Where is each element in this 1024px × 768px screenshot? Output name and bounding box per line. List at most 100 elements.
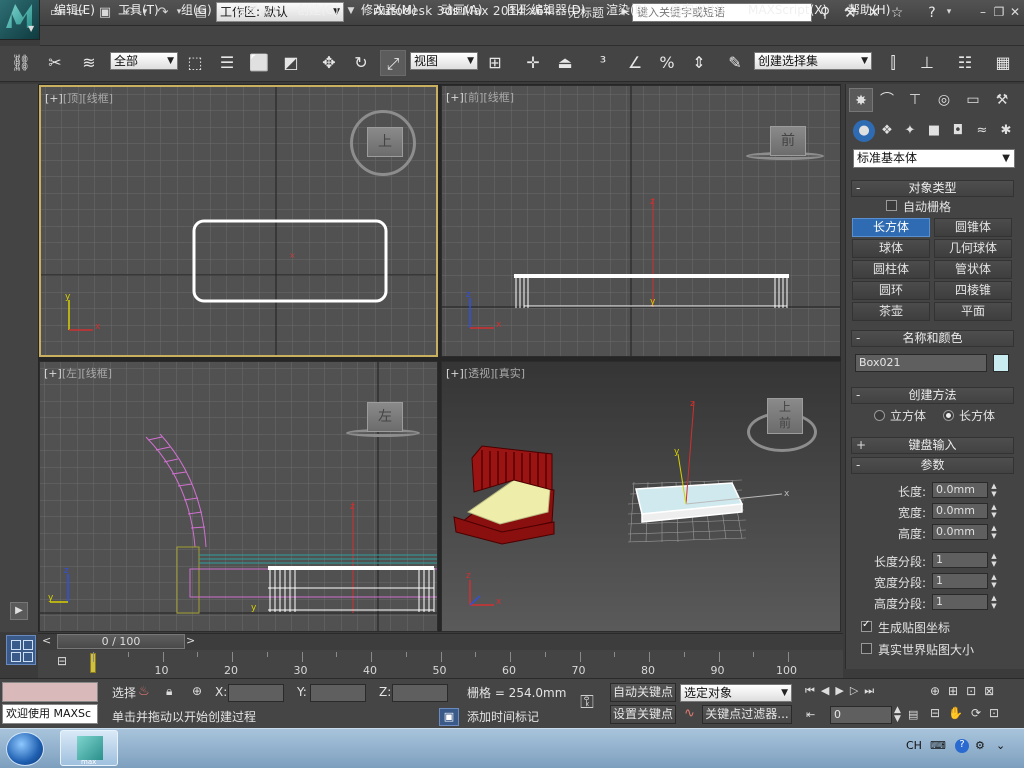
object-sphere-button[interactable]: 球体 — [852, 239, 930, 258]
maxscript-listener-top[interactable] — [2, 682, 98, 702]
key-filters-button[interactable]: 关键点过滤器... — [702, 705, 792, 724]
minimize-icon[interactable]: – — [976, 3, 990, 21]
length-segs-spinner[interactable]: 1 — [932, 552, 988, 568]
menu-rendering[interactable]: 渲染(R) — [606, 0, 648, 20]
name-color-rollout[interactable]: - 名称和颜色 — [851, 330, 1014, 347]
space-warps-icon[interactable]: ≈ — [971, 120, 993, 142]
mirror-icon[interactable]: ⫿ — [880, 50, 906, 76]
real-world-checkbox[interactable] — [861, 643, 872, 654]
box-radio[interactable] — [943, 410, 954, 421]
autogrid-checkbox[interactable] — [886, 200, 897, 211]
menu-graph-editors[interactable]: 图形编辑器(D) — [507, 0, 586, 20]
time-config-icon[interactable]: ▤ — [908, 708, 918, 721]
rectangular-selection-icon[interactable]: ⬜ — [246, 50, 272, 76]
add-time-tag[interactable]: 添加时间标记 — [467, 708, 539, 725]
width-segs-spinner[interactable]: 1 — [932, 573, 988, 589]
spinner-snap-icon[interactable]: ⇕ — [686, 50, 712, 76]
motion-tab-icon[interactable]: ◎ — [932, 88, 956, 112]
spinner-arrows-icon[interactable]: ▲ ▼ — [894, 706, 901, 724]
y-coordinate-input[interactable] — [310, 684, 366, 702]
key-icon[interactable]: ⚿ — [568, 688, 606, 720]
close-icon[interactable]: ✕ — [1008, 3, 1022, 21]
angle-snap-icon[interactable]: ∠ — [622, 50, 648, 76]
category-dropdown[interactable]: 标准基本体 ▼ — [853, 149, 1015, 168]
menu-modifiers[interactable]: 修改器(M) — [361, 0, 417, 20]
menu-animation[interactable]: 动画(A) — [441, 0, 483, 20]
viewport-menu-label[interactable]: [+] — [44, 367, 62, 380]
menu-tools[interactable]: 工具(T) — [118, 0, 159, 20]
viewport-front-label[interactable]: [+][前][线框] — [446, 89, 514, 105]
viewport-shading-label[interactable]: [线框] — [81, 367, 112, 380]
object-plane-button[interactable]: 平面 — [934, 302, 1012, 321]
object-name-input[interactable]: Box021 — [855, 354, 987, 372]
menu-create[interactable]: 创建(C) — [297, 0, 339, 20]
object-torus-button[interactable]: 圆环 — [852, 281, 930, 300]
time-next-icon[interactable]: > — [186, 634, 195, 647]
viewport-name-label[interactable]: [前] — [464, 91, 484, 104]
tray-expand-icon[interactable]: ⌄ — [996, 739, 1005, 752]
key-mode-toggle-icon[interactable]: ⇤ — [806, 708, 815, 721]
object-geosphere-button[interactable]: 几何球体 — [934, 239, 1012, 258]
key-mode-dropdown[interactable]: 选定对象 ▼ — [680, 684, 792, 702]
viewport-nav-bottom[interactable]: ⊟✋⟳⊡ — [930, 706, 1007, 720]
object-pyramid-button[interactable]: 四棱锥 — [934, 281, 1012, 300]
object-color-swatch[interactable] — [993, 354, 1009, 372]
display-tab-icon[interactable]: ▭ — [961, 88, 985, 112]
save-file-icon[interactable]: ▣ — [96, 4, 114, 21]
auto-key-button[interactable]: 自动关键点 — [610, 683, 676, 702]
bind-space-warp-icon[interactable]: ≋ — [76, 50, 102, 76]
object-tube-button[interactable]: 管状体 — [934, 260, 1012, 279]
playback-controls[interactable]: ⏮◀▶▷⏭ — [805, 684, 880, 698]
helpers-icon[interactable]: ◘ — [947, 120, 969, 142]
set-key-button[interactable]: 设置关键点 — [610, 705, 676, 724]
spinner-arrows-icon[interactable]: ▲ ▼ — [989, 552, 999, 568]
menu-views[interactable]: 视图(V) — [234, 0, 276, 20]
windows-start-icon[interactable] — [6, 732, 44, 766]
viewcube-top[interactable]: 上 — [367, 127, 403, 157]
time-tag-icon[interactable]: ▣ — [439, 708, 459, 726]
quick-access-menu-icon[interactable]: ▼ — [346, 3, 356, 20]
lock-icon[interactable]: 🔒︎ — [166, 684, 172, 699]
link-icon[interactable]: ⛓ — [8, 50, 34, 76]
gen-mapping-checkbox[interactable] — [861, 619, 872, 632]
cameras-icon[interactable]: ■ — [923, 120, 945, 142]
viewport-shading-label[interactable]: [真实] — [494, 367, 525, 380]
percent-snap-icon[interactable]: % — [654, 50, 680, 76]
select-by-name-icon[interactable]: ☰ — [214, 50, 240, 76]
named-selection-dropdown[interactable]: 创建选择集 ▼ — [754, 52, 872, 70]
select-manipulate-icon[interactable]: ✛ — [520, 50, 546, 76]
reference-coordinate-dropdown[interactable]: 视图 ▼ — [410, 52, 478, 70]
width-spinner[interactable]: 0.0mm — [932, 503, 988, 519]
object-cylinder-button[interactable]: 圆柱体 — [852, 260, 930, 279]
menu-customize[interactable]: 自定义(U) — [670, 0, 724, 20]
creation-method-rollout[interactable]: - 创建方法 — [851, 387, 1014, 404]
menu-maxscript[interactable]: MAXScript(X) — [748, 0, 827, 20]
edit-named-selection-icon[interactable]: ✎ — [722, 50, 748, 76]
lights-icon[interactable]: ✦ — [899, 120, 921, 142]
unlink-icon[interactable]: ✂ — [42, 50, 68, 76]
parameters-rollout[interactable]: - 参数 — [851, 457, 1014, 474]
viewport-menu-label[interactable]: [+] — [45, 92, 63, 105]
app-logo-button[interactable]: ▼ — [0, 0, 40, 40]
modify-tab-icon[interactable]: ⌒ — [875, 88, 899, 112]
object-box-button[interactable]: 长方体 — [852, 218, 930, 237]
curve-editor-icon[interactable]: ⊟ — [52, 654, 72, 674]
height-segs-spinner[interactable]: 1 — [932, 594, 988, 610]
isolate-icon[interactable]: ♨ — [138, 684, 150, 699]
keyboard-entry-rollout[interactable]: + 键盘输入 — [851, 437, 1014, 454]
time-slider[interactable]: 0 / 100 — [57, 634, 185, 649]
z-coordinate-input[interactable] — [392, 684, 448, 702]
render-setup-icon[interactable]: ▦ — [990, 50, 1016, 76]
object-cone-button[interactable]: 圆锥体 — [934, 218, 1012, 237]
menu-group[interactable]: 组(G) — [181, 0, 212, 20]
time-prev-icon[interactable]: < — [42, 634, 51, 647]
settings-icon[interactable]: ⚙ — [975, 739, 985, 752]
height-spinner[interactable]: 0.0mm — [932, 524, 988, 540]
viewport-name-label[interactable]: [顶] — [63, 92, 83, 105]
hierarchy-tab-icon[interactable]: ⊤ — [903, 88, 927, 112]
move-icon[interactable]: ✥ — [316, 50, 342, 76]
viewport-name-label[interactable]: [左] — [62, 367, 82, 380]
viewport-left[interactable]: z y z y [+][左][线框] 左 — [39, 361, 438, 632]
keyboard-shortcut-override-icon[interactable]: ⏏ — [552, 50, 578, 76]
viewport-perspective-label[interactable]: [+][透视][真实] — [446, 365, 525, 381]
